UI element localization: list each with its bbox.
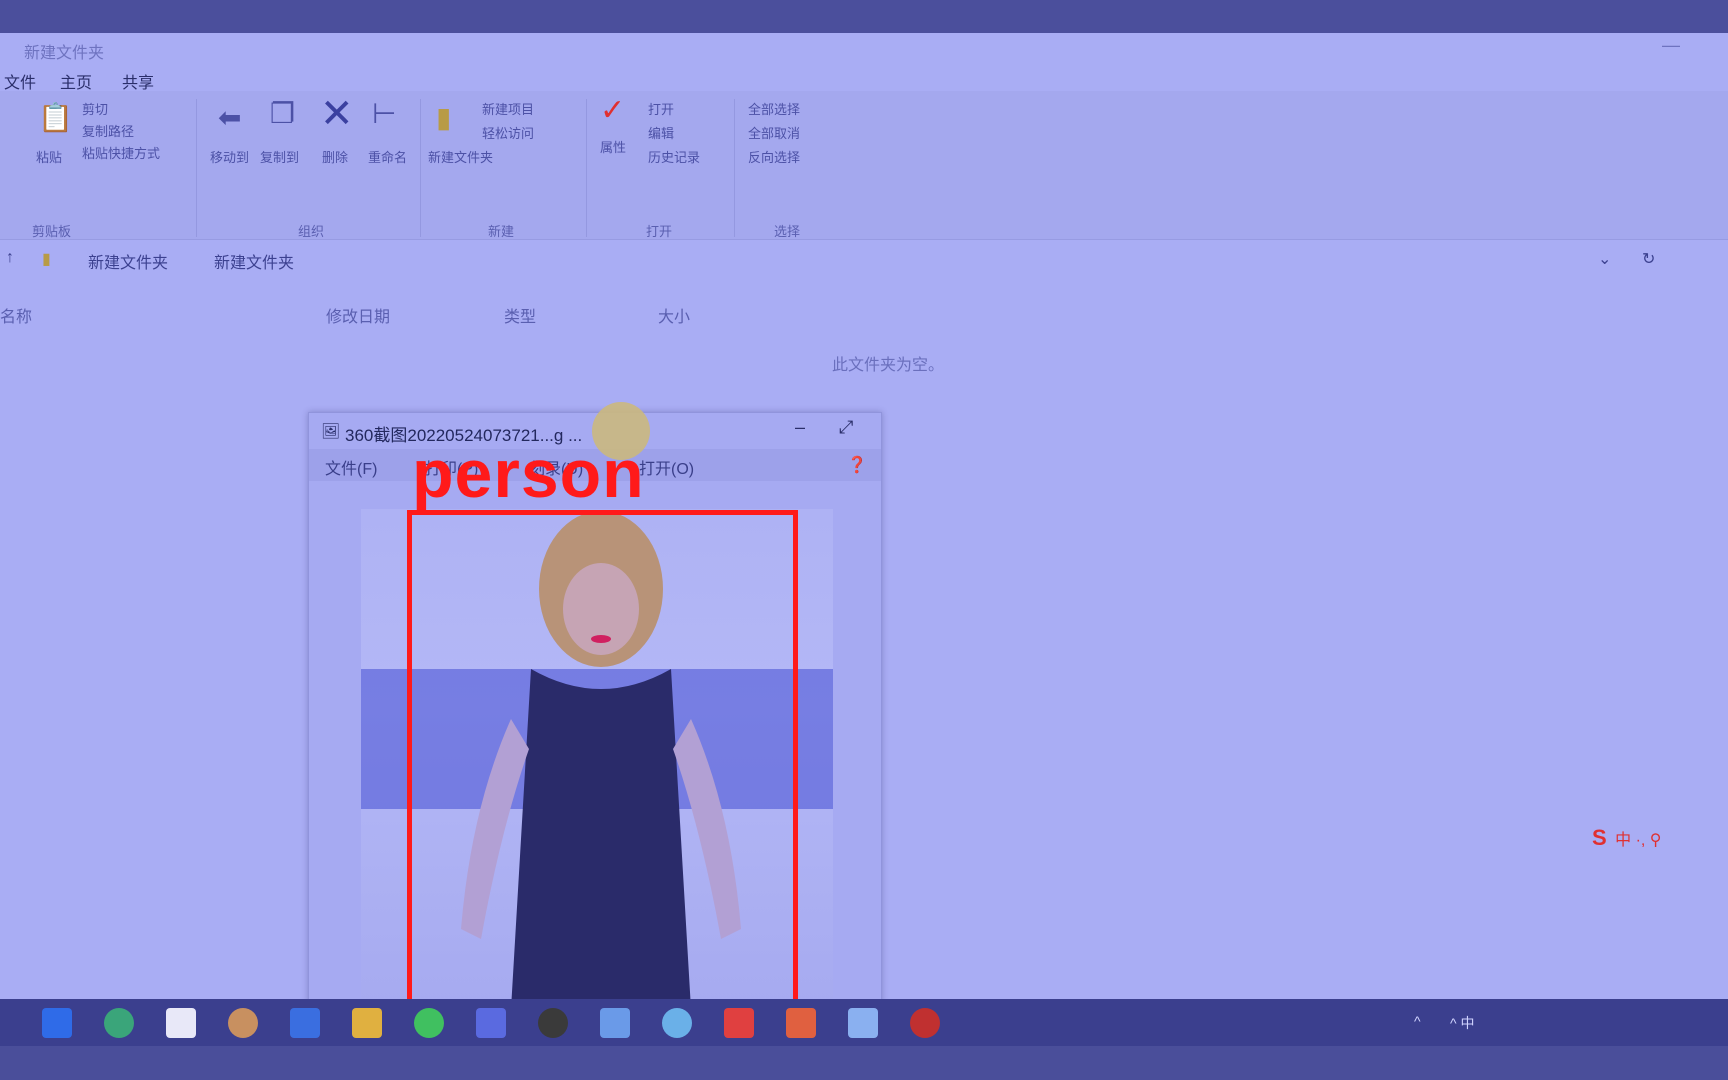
open-group-label: 打开 [646,224,673,239]
ime-toolbar[interactable]: S 中 ·, ⚲ [1592,825,1662,859]
ribbon: 📋 粘贴 剪切 复制路径 粘贴快捷方式 剪贴板 ⬅ ❐ 移动到 复制到 ✕ 删除… [0,91,1728,240]
open-button[interactable]: 打开 [648,99,674,118]
properties-button[interactable]: 属性 [600,137,626,156]
new-group-label: 新建 [488,224,515,239]
rename-icon[interactable]: ⊢ [372,97,396,130]
edit-button[interactable]: 编辑 [648,123,674,142]
column-headers: 名称 修改日期 类型 大小 [0,295,1728,329]
ribbon-divider [734,99,735,237]
ribbon-divider [196,99,197,237]
notes-icon[interactable] [290,1008,320,1038]
taskbar: ^ ^ 中 [0,999,1728,1046]
select-none-button[interactable]: 全部取消 [748,123,800,142]
avatar-icon[interactable] [228,1008,258,1038]
explorer-title: 新建文件夹 [24,45,105,62]
file-menu[interactable]: 文件(F) [325,455,377,479]
mail-icon[interactable] [786,1008,816,1038]
breadcrumb-item[interactable]: 新建文件夹 [214,249,294,273]
breadcrumb-item[interactable]: 新建文件夹 [88,249,168,273]
history-button[interactable]: 历史记录 [648,147,700,166]
empty-folder-text: 此文件夹为空。 [832,357,945,374]
up-arrow-icon[interactable]: ↑ [6,249,14,267]
browser-icon[interactable] [104,1008,134,1038]
column-modified[interactable]: 修改日期 [326,303,390,327]
file-explorer-icon[interactable] [352,1008,382,1038]
copy-to-button[interactable]: 复制到 [260,147,299,166]
select-all-button[interactable]: 全部选择 [748,99,800,118]
paste-icon[interactable]: 📋 [38,101,73,134]
minimize-button[interactable]: – [795,417,805,438]
column-size[interactable]: 大小 [658,303,690,327]
terminal-icon[interactable] [166,1008,196,1038]
explorer-title-bar: 新建文件夹 — [0,33,1728,63]
ime-status[interactable]: 中 ·, ⚲ [1615,832,1661,849]
copy-path-button[interactable]: 复制路径 [82,121,134,140]
record-icon[interactable] [910,1008,940,1038]
screen-top-bar [0,0,1728,33]
image-icon: 🖼 [321,423,341,440]
easy-access-button[interactable]: 轻松访问 [482,123,534,142]
tray-icons[interactable]: ^ 中 [1450,1013,1474,1033]
tab-share[interactable]: 共享 [122,69,154,93]
tab-file[interactable]: 文件 [4,69,36,93]
folder-icon: ▮ [42,251,51,268]
column-name[interactable]: 名称 [0,303,32,327]
screen-bottom-bar [0,1046,1728,1080]
move-to-button[interactable]: 移动到 [210,147,249,166]
qq-icon[interactable] [538,1008,568,1038]
chat-icon[interactable] [476,1008,506,1038]
organize-group-label: 组织 [298,224,325,239]
ribbon-tabs: 文件 主页 共享 [0,63,1728,92]
minimize-button[interactable]: — [1662,35,1680,56]
cut-button[interactable]: 剪切 [82,99,108,118]
chevron-down-icon[interactable]: ⌄ [1598,249,1611,269]
move-to-icon[interactable]: ⬅ [218,101,241,134]
windows-security-icon[interactable] [42,1008,72,1038]
new-folder-icon[interactable]: ▮ [436,101,451,134]
paste-button[interactable]: 粘贴 [36,147,62,166]
rename-button[interactable]: 重命名 [368,147,407,166]
help-icon[interactable]: ❓ [847,455,867,475]
feishu-icon[interactable] [724,1008,754,1038]
column-type[interactable]: 类型 [504,303,536,327]
copy-to-icon[interactable]: ❐ [270,97,295,130]
ribbon-divider [420,99,421,237]
tray-expand-icon[interactable]: ^ [1414,1013,1421,1029]
tab-home[interactable]: 主页 [60,69,92,93]
new-folder-button[interactable]: 新建文件夹 [428,147,493,166]
refresh-icon[interactable]: ↻ [1642,249,1655,269]
maximize-button[interactable]: ⤢ [839,417,853,438]
clipboard-group-label: 剪贴板 [32,224,72,239]
ribbon-divider [586,99,587,237]
new-item-button[interactable]: 新建项目 [482,99,534,118]
sogou-icon[interactable]: S [1592,825,1607,850]
detection-bounding-box [407,510,798,1016]
select-group-label: 选择 [774,224,801,239]
wechat-icon[interactable] [414,1008,444,1038]
address-bar[interactable]: ↑ ▮ 新建文件夹 新建文件夹 ⌄ ↻ [0,241,1728,275]
delete-button[interactable]: 删除 [322,147,348,166]
properties-icon[interactable]: ✓ [600,93,625,128]
photos-icon[interactable] [848,1008,878,1038]
vscode-icon[interactable] [600,1008,630,1038]
open-menu[interactable]: 打开(O) [639,455,694,479]
gallery-icon[interactable] [662,1008,692,1038]
delete-icon[interactable]: ✕ [320,91,354,137]
detection-label: person [412,436,645,512]
invert-selection-button[interactable]: 反向选择 [748,147,800,166]
paste-shortcut-button[interactable]: 粘贴快捷方式 [82,143,160,162]
